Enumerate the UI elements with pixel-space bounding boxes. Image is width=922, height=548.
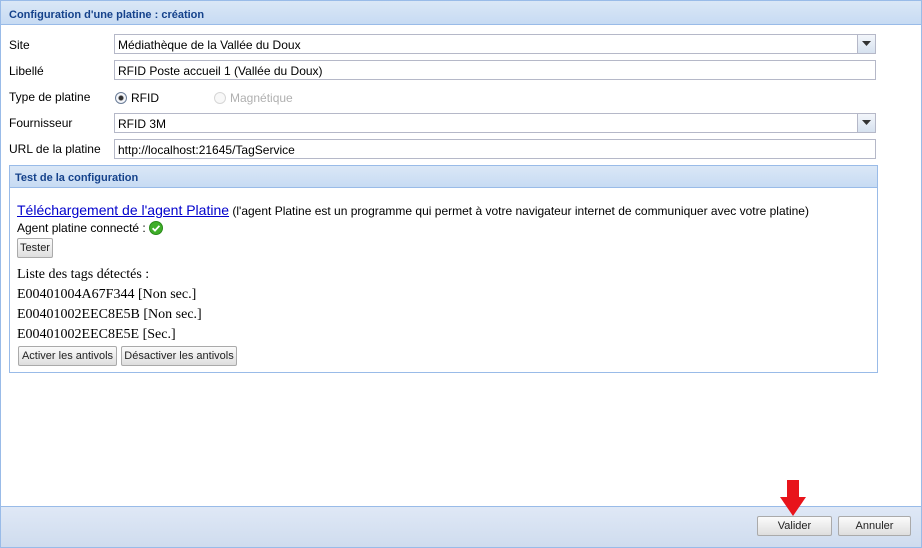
list-item: E00401002EEC8E5B [Non sec.] [17,307,202,322]
type-label: Type de platine [9,90,91,104]
panel-header: Configuration d'une platine : création [1,1,921,25]
download-note: (l'agent Platine est un programme qui pe… [232,204,809,218]
chevron-down-icon [862,120,871,125]
tester-button[interactable]: Tester [17,238,53,258]
arrow-down-icon [780,480,806,516]
fournisseur-combo[interactable]: RFID 3M [114,113,876,133]
test-panel: Test de la configuration Téléchargement … [9,165,878,373]
page-title: Configuration d'une platine : création [9,9,205,21]
agent-status-label: Agent platine connecté : [17,221,146,235]
chevron-down-icon [862,41,871,46]
radio-rfid[interactable] [115,92,127,104]
check-circle-icon [149,221,164,235]
deactivate-antivols-button[interactable]: Désactiver les antivols [121,346,237,366]
download-agent-link[interactable]: Téléchargement de l'agent Platine [17,202,229,218]
radio-magnetique[interactable] [214,92,226,104]
download-line: Téléchargement de l'agent Platine (l'age… [17,202,809,218]
activate-antivols-button[interactable]: Activer les antivols [18,346,117,366]
tags-title: Liste des tags détectés : [17,267,150,282]
site-combo[interactable]: Médiathèque de la Vallée du Doux [114,34,876,54]
cancel-button[interactable]: Annuler [838,516,911,536]
site-dropdown-trigger[interactable] [857,35,875,53]
fournisseur-label: Fournisseur [9,116,73,130]
libelle-input[interactable]: RFID Poste accueil 1 (Vallée du Doux) [114,60,876,80]
radio-magnetique-label[interactable]: Magnétique [230,91,293,105]
list-item: E00401002EEC8E5E [Sec.] [17,327,176,342]
radio-rfid-label[interactable]: RFID [131,91,159,105]
list-item: E00401004A67F344 [Non sec.] [17,287,197,302]
fournisseur-value: RFID 3M [118,117,166,131]
test-panel-header: Test de la configuration [10,166,877,188]
site-label: Site [9,38,30,52]
url-value: http://localhost:21645/TagService [118,143,295,157]
libelle-value: RFID Poste accueil 1 (Vallée du Doux) [118,64,323,78]
url-input[interactable]: http://localhost:21645/TagService [114,139,876,159]
agent-status-line: Agent platine connecté : [17,221,164,235]
fournisseur-dropdown-trigger[interactable] [857,114,875,132]
libelle-label: Libellé [9,64,44,78]
config-window: Configuration d'une platine : création S… [0,0,922,548]
url-label: URL de la platine [9,142,101,156]
validate-button[interactable]: Valider [757,516,832,536]
test-panel-title: Test de la configuration [15,172,139,184]
site-value: Médiathèque de la Vallée du Doux [118,38,301,52]
